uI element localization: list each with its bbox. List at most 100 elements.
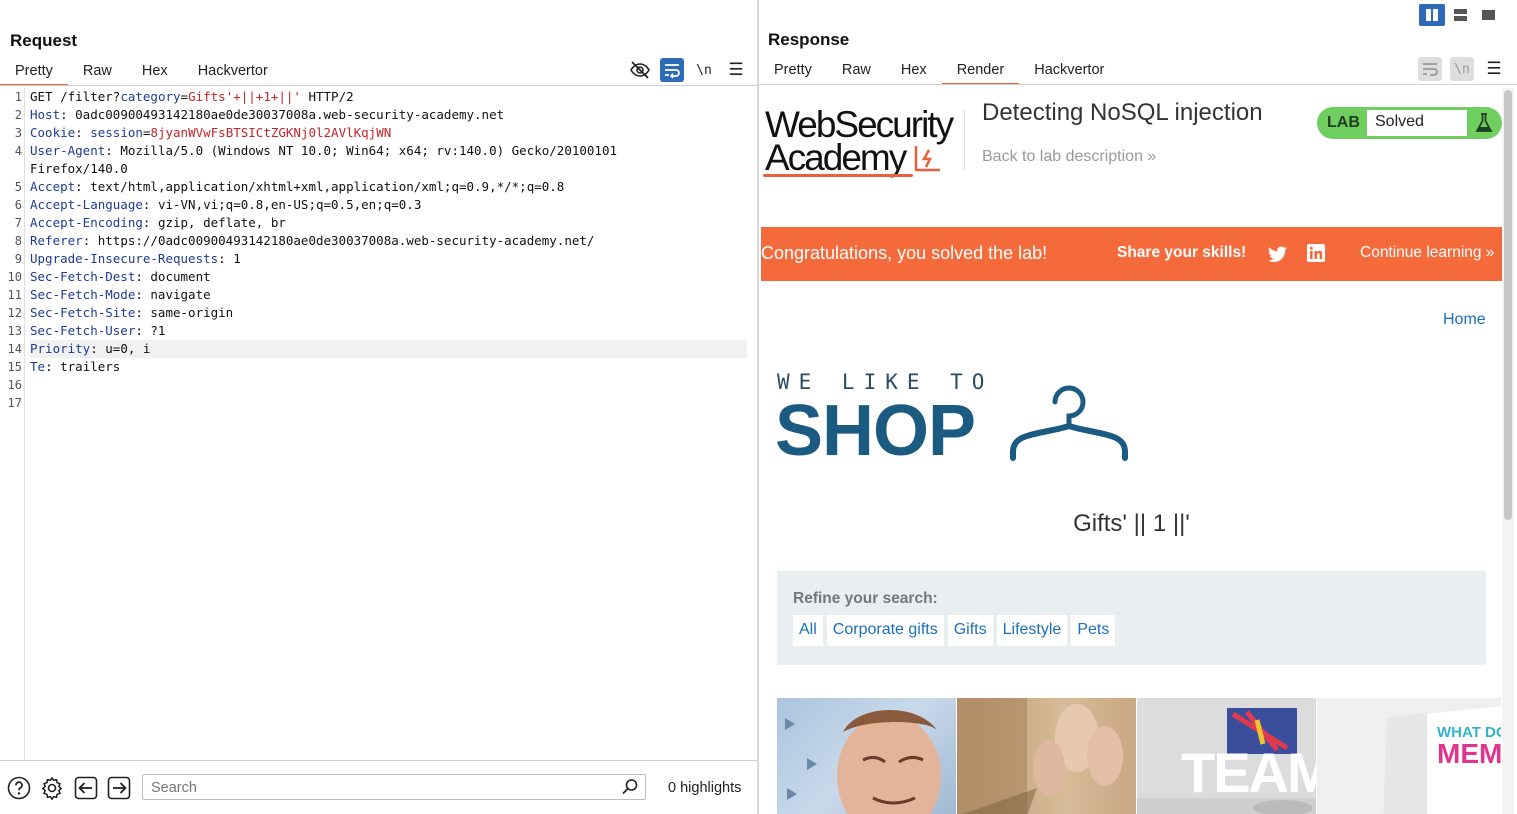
request-menu-icon[interactable]: ☰ xyxy=(724,58,748,82)
code-line[interactable]: 8 Referer: https://0adc00900493142180ae0d… xyxy=(0,232,757,250)
code-line[interactable]: 2 Host: 0adc00900493142180ae0de30037008a.… xyxy=(0,106,757,124)
response-tab-pretty[interactable]: Pretty xyxy=(759,57,827,85)
request-tab-pretty[interactable]: Pretty xyxy=(0,58,68,86)
code-text: Sec-Fetch-Mode: navigate xyxy=(30,286,747,304)
line-number: 1 xyxy=(14,90,22,104)
code-text: GET /filter?category=Gifts'+||+1+||' HTT… xyxy=(30,88,747,106)
render-scrollbar[interactable] xyxy=(1502,88,1514,814)
param-value: Gifts'+||+1+||' xyxy=(188,89,301,104)
response-title: Response xyxy=(768,30,850,49)
we-like-to-shop-logo[interactable]: WE LIKE TO SHOP xyxy=(775,370,1137,471)
code-line[interactable]: 12 Sec-Fetch-Site: same-origin xyxy=(0,304,757,322)
product-image-1[interactable] xyxy=(777,698,957,814)
word-wrap-icon[interactable] xyxy=(660,58,684,82)
refine-search-label: Refine your search: xyxy=(793,590,938,607)
render-scrollbar-thumb[interactable] xyxy=(1504,90,1512,520)
code-line[interactable]: 11 Sec-Fetch-Mode: navigate xyxy=(0,286,757,304)
hide-eye-icon[interactable] xyxy=(628,58,652,82)
line-number: 5 xyxy=(14,180,22,194)
param-name: category xyxy=(120,89,181,104)
product-1-illustration xyxy=(785,709,941,814)
code-text: Te: trailers xyxy=(30,358,747,376)
linkedin-icon[interactable] xyxy=(1307,244,1325,262)
search-icon[interactable] xyxy=(621,778,639,796)
code-text: Sec-Fetch-Dest: document xyxy=(30,268,747,286)
request-tab-hackvertor[interactable]: Hackvertor xyxy=(183,58,283,86)
line-number: 12 xyxy=(7,306,22,320)
code-text: Priority: u=0, i xyxy=(30,340,747,358)
code-text: Host: 0adc00900493142180ae0de30037008a.w… xyxy=(30,106,747,124)
header-name: Referer xyxy=(30,233,83,248)
filter-pets[interactable]: Pets xyxy=(1071,615,1116,646)
code-line[interactable]: 5 Accept: text/html,application/xhtml+xml… xyxy=(0,178,757,196)
newline-toggle[interactable]: \n xyxy=(692,58,716,82)
line-number: 13 xyxy=(7,324,22,338)
lab-badge-label: LAB xyxy=(1327,114,1360,131)
back-to-lab-description-link[interactable]: Back to lab description » xyxy=(982,148,1156,166)
response-tab-hex[interactable]: Hex xyxy=(886,57,942,85)
request-tab-raw[interactable]: Raw xyxy=(68,58,127,86)
line-number: 4 xyxy=(14,144,22,158)
lab-status-text: Solved xyxy=(1375,113,1424,130)
response-menu-icon[interactable]: ☰ xyxy=(1482,57,1506,81)
filter-corporate-gifts[interactable]: Corporate gifts xyxy=(826,615,944,646)
layout-stacked-icon[interactable] xyxy=(1447,4,1473,26)
code-line[interactable]: Firefox/140.0 xyxy=(0,160,757,178)
code-line[interactable]: 9 Upgrade-Insecure-Requests: 1 xyxy=(0,250,757,268)
congratulations-banner: Congratulations, you solved the lab! Sha… xyxy=(761,227,1502,281)
search-input[interactable] xyxy=(151,778,611,797)
code-token: : document xyxy=(135,269,211,284)
code-line[interactable]: 10 Sec-Fetch-Dest: document xyxy=(0,268,757,286)
request-editor[interactable]: 1 GET /filter?category=Gifts'+||+1+||' HT… xyxy=(0,88,757,760)
code-token: Firefox/140.0 xyxy=(30,161,128,176)
web-security-academy-logo[interactable]: WebSecurity Academy xyxy=(763,104,963,178)
forward-arrow-icon[interactable] xyxy=(106,775,132,801)
product-image-3[interactable]: TEAM xyxy=(1137,698,1317,814)
filter-gifts[interactable]: Gifts xyxy=(947,615,993,646)
request-tab-hex[interactable]: Hex xyxy=(127,58,183,86)
response-tab-raw[interactable]: Raw xyxy=(827,57,886,85)
home-link[interactable]: Home xyxy=(1443,311,1486,329)
line-number: 15 xyxy=(7,360,22,374)
line-number: 9 xyxy=(14,252,22,266)
product-image-4[interactable]: WHAT DO YO MEME? xyxy=(1317,698,1502,814)
code-token: : same-origin xyxy=(135,305,234,320)
product-image-2[interactable] xyxy=(957,698,1137,814)
back-arrow-icon[interactable] xyxy=(73,775,99,801)
code-token: : navigate xyxy=(135,287,211,302)
logo-underline xyxy=(763,174,913,177)
code-line[interactable]: 4 User-Agent: Mozilla/5.0 (Windows NT 10.… xyxy=(0,142,757,160)
line-number: 10 xyxy=(7,270,22,284)
newline-disabled-toggle: \n xyxy=(1450,57,1474,81)
code-token: : 1 xyxy=(218,251,241,266)
settings-gear-icon[interactable] xyxy=(39,775,65,801)
continue-learning-link[interactable]: Continue learning » xyxy=(1360,244,1494,262)
header-name: Host xyxy=(30,107,61,122)
category-filter-list: All Corporate gifts Gifts Lifestyle Pets xyxy=(793,615,1116,646)
layout-side-by-side-icon[interactable] xyxy=(1419,4,1445,26)
layout-tabs-icon[interactable] xyxy=(1475,4,1501,26)
refine-search-box: Refine your search: All Corporate gifts Gi… xyxy=(777,571,1486,665)
code-line[interactable]: 14 Priority: u=0, i xyxy=(0,340,757,358)
filter-lifestyle[interactable]: Lifestyle xyxy=(996,615,1068,646)
line-number: 17 xyxy=(7,396,22,410)
code-line[interactable]: 7 Accept-Encoding: gzip, deflate, br xyxy=(0,214,757,232)
twitter-icon[interactable] xyxy=(1268,244,1288,264)
product-4-caption-line2: MEME? xyxy=(1437,738,1502,769)
code-line[interactable]: 3 Cookie: session=8jyanWVwFsBTSICtZGKNj0l… xyxy=(0,124,757,142)
response-tab-render[interactable]: Render xyxy=(941,57,1020,85)
code-line[interactable]: 6 Accept-Language: vi-VN,vi;q=0.8,en-US;q… xyxy=(0,196,757,214)
code-token: : gzip, deflate, br xyxy=(142,215,286,230)
lab-status-badge: LAB Solved xyxy=(1317,107,1502,139)
response-tab-hackvertor[interactable]: Hackvertor xyxy=(1019,57,1119,85)
code-line[interactable]: 16 xyxy=(0,376,757,394)
help-icon[interactable] xyxy=(6,775,32,801)
code-line[interactable]: 1 GET /filter?category=Gifts'+||+1+||' HT… xyxy=(0,88,757,106)
code-line[interactable]: 15 Te: trailers xyxy=(0,358,757,376)
code-line[interactable]: 17 xyxy=(0,394,757,412)
code-token: : 0adc00900493142180ae0de30037008a.web-s… xyxy=(60,107,505,122)
code-line[interactable]: 13 Sec-Fetch-User: ?1 xyxy=(0,322,757,340)
filter-all[interactable]: All xyxy=(793,615,823,646)
share-skills-text: Share your skills! xyxy=(1117,244,1247,261)
